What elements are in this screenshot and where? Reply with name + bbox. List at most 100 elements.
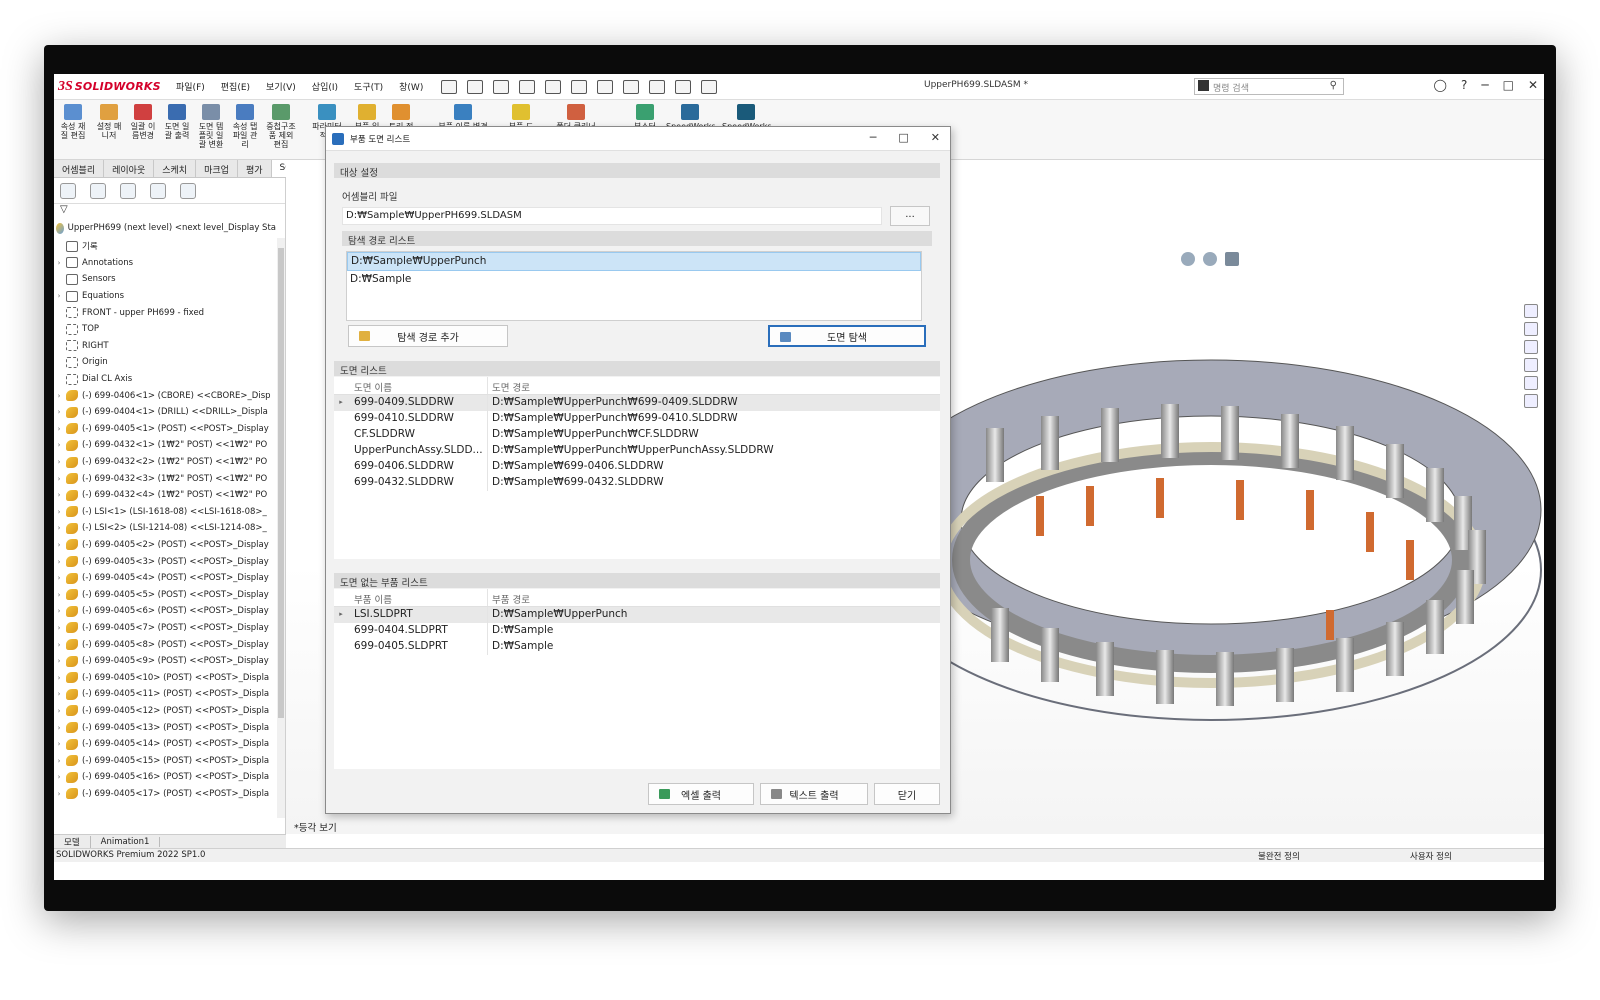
- tab-evaluate[interactable]: 평가: [238, 160, 272, 177]
- configuration-tab-icon[interactable]: [120, 182, 136, 199]
- view-palette-icon[interactable]: [1524, 358, 1538, 372]
- expand-arrow-icon[interactable]: ›: [54, 591, 64, 599]
- expand-arrow-icon[interactable]: ›: [54, 690, 64, 698]
- ribbon-button-config[interactable]: 설정 매 니저: [92, 104, 126, 140]
- tree-item[interactable]: › Annotations: [54, 255, 276, 272]
- file-explorer-icon[interactable]: [1524, 340, 1538, 354]
- tree-item[interactable]: › (-) 699-0405<12> (POST) <<POST>_Displa: [54, 703, 276, 720]
- tree-item[interactable]: › (-) LSI<2> (LSI-1214-08) <<LSI-1214-08>…: [54, 520, 276, 537]
- tree-item[interactable]: › (-) 699-0405<14> (POST) <<POST>_Displa: [54, 736, 276, 753]
- drawing-row[interactable]: ▸ 699-0409.SLDDRW D:₩Sample₩UpperPunch₩699…: [334, 395, 940, 411]
- ribbon-button-batch-print[interactable]: 도면 일 괄 출력: [160, 104, 194, 140]
- column-part-path[interactable]: 부품 경로: [488, 589, 940, 606]
- menu-edit[interactable]: 편집(E): [213, 80, 258, 93]
- drawing-list-grid[interactable]: 도면 이름 도면 경로 ▸ 699-0409.SLDDRW D:₩Sample₩Up…: [334, 377, 940, 559]
- tree-item[interactable]: › (-) 699-0404<1> (DRILL) <<DRILL>_Displa: [54, 404, 276, 421]
- expand-arrow-icon[interactable]: ›: [54, 259, 64, 267]
- redo-icon[interactable]: [597, 79, 614, 94]
- browse-button[interactable]: ...: [890, 206, 930, 226]
- tree-item[interactable]: › (-) 699-0405<16> (POST) <<POST>_Displa: [54, 769, 276, 786]
- ribbon-button-properties[interactable]: 속성 탭 파일 관 리: [228, 104, 262, 149]
- home-tab-icon[interactable]: [1524, 304, 1538, 318]
- print-icon[interactable]: [545, 79, 562, 94]
- custom-properties-icon[interactable]: [1524, 394, 1538, 408]
- expand-arrow-icon[interactable]: ›: [54, 657, 64, 665]
- traffic-light-icon[interactable]: [649, 79, 666, 94]
- tree-item[interactable]: › (-) 699-0405<17> (POST) <<POST>_Displa: [54, 786, 276, 803]
- tree-item[interactable]: › (-) 699-0405<6> (POST) <<POST>_Display: [54, 603, 276, 620]
- tree-item[interactable]: › Equations: [54, 288, 276, 305]
- search-path-item[interactable]: D:₩Sample: [347, 271, 921, 290]
- expand-arrow-icon[interactable]: ›: [54, 425, 64, 433]
- tree-scrollbar[interactable]: [277, 238, 285, 818]
- expand-arrow-icon[interactable]: ›: [54, 707, 64, 715]
- tab-assembly[interactable]: 어셈블리: [54, 160, 105, 177]
- expand-arrow-icon[interactable]: ›: [54, 558, 64, 566]
- file-properties-icon[interactable]: [675, 79, 692, 94]
- column-part-name[interactable]: 부품 이름: [348, 589, 488, 606]
- search-path-item[interactable]: D:₩Sample₩UpperPunch: [347, 252, 921, 271]
- display-style-icon[interactable]: [1181, 252, 1195, 266]
- expand-arrow-icon[interactable]: ›: [54, 790, 64, 798]
- tree-item[interactable]: Origin: [54, 354, 276, 371]
- expand-arrow-icon[interactable]: ›: [54, 541, 64, 549]
- add-search-path-button[interactable]: 탐색 경로 추가: [348, 325, 508, 347]
- expand-arrow-icon[interactable]: ›: [54, 574, 64, 582]
- ribbon-button-nested[interactable]: 중첩구조 품 제외 편집: [264, 104, 298, 149]
- expand-arrow-icon[interactable]: ›: [54, 508, 64, 516]
- tree-item[interactable]: › (-) 699-0405<2> (POST) <<POST>_Display: [54, 537, 276, 554]
- expand-arrow-icon[interactable]: ›: [54, 491, 64, 499]
- assembly-path-field[interactable]: D:₩Sample₩UpperPH699.SLDASM: [342, 207, 882, 225]
- appearance-icon[interactable]: [1203, 252, 1217, 266]
- property-manager-tab-icon[interactable]: [90, 182, 106, 199]
- tab-model[interactable]: 모델: [54, 835, 91, 848]
- part-row[interactable]: 699-0405.SLDPRT D:₩Sample: [334, 639, 940, 655]
- home-icon[interactable]: [441, 79, 458, 94]
- minimize-button[interactable]: ─: [1481, 78, 1488, 92]
- expand-arrow-icon[interactable]: ›: [54, 724, 64, 732]
- dialog-minimize-button[interactable]: ─: [870, 131, 877, 144]
- solidworks-logo[interactable]: 3S SOLIDWORKS: [58, 79, 161, 95]
- tree-item[interactable]: › (-) 699-0405<7> (POST) <<POST>_Display: [54, 620, 276, 637]
- display-manager-tab-icon[interactable]: [180, 182, 196, 199]
- feature-tree-tab-icon[interactable]: [60, 182, 76, 199]
- tree-scrollbar-thumb[interactable]: [278, 248, 284, 718]
- tree-item[interactable]: › (-) 699-0405<13> (POST) <<POST>_Displa: [54, 719, 276, 736]
- expand-arrow-icon[interactable]: ›: [54, 475, 64, 483]
- search-path-list[interactable]: D:₩Sample₩UpperPunch D:₩Sample: [346, 251, 922, 321]
- dialog-maximize-button[interactable]: □: [898, 131, 908, 144]
- tree-item[interactable]: › (-) 699-0405<15> (POST) <<POST>_Displa: [54, 752, 276, 769]
- dialog-close-button[interactable]: ✕: [931, 131, 940, 144]
- menu-view[interactable]: 보기(V): [258, 80, 304, 93]
- expand-arrow-icon[interactable]: ›: [54, 674, 64, 682]
- tab-layout[interactable]: 레이아웃: [104, 160, 155, 177]
- new-document-icon[interactable]: [467, 79, 484, 94]
- drawing-row[interactable]: UpperPunchAssy.SLDD... D:₩Sample₩UpperPun…: [334, 443, 940, 459]
- restore-button[interactable]: □: [1503, 78, 1514, 92]
- excel-export-button[interactable]: 엑셀 출력: [648, 783, 754, 805]
- menu-window[interactable]: 창(W): [391, 80, 431, 93]
- tree-item[interactable]: › (-) LSI<1> (LSI-1618-08) <<LSI-1618-08>…: [54, 504, 276, 521]
- tree-item[interactable]: › (-) 699-0405<4> (POST) <<POST>_Display: [54, 570, 276, 587]
- open-folder-icon[interactable]: [493, 79, 510, 94]
- expand-arrow-icon[interactable]: ›: [54, 292, 64, 300]
- drawing-row[interactable]: 699-0406.SLDDRW D:₩Sample₩699-0406.SLDDRW: [334, 459, 940, 475]
- tree-item[interactable]: › (-) 699-0405<1> (POST) <<POST>_Display: [54, 421, 276, 438]
- undo-icon[interactable]: [571, 79, 588, 94]
- expand-arrow-icon[interactable]: ›: [54, 740, 64, 748]
- tree-item[interactable]: › (-) 699-0432<3> (1₩2" POST) <<1₩2" PO: [54, 470, 276, 487]
- close-button[interactable]: ✕: [1528, 78, 1538, 92]
- no-drawing-part-grid[interactable]: 부품 이름 부품 경로 ▸ LSI.SLDPRT D:₩Sample₩UpperPu…: [334, 589, 940, 769]
- dimxpert-tab-icon[interactable]: [150, 182, 166, 199]
- appearances-icon[interactable]: [1524, 376, 1538, 390]
- expand-arrow-icon[interactable]: ›: [54, 392, 64, 400]
- tab-animation[interactable]: Animation1: [91, 836, 161, 847]
- ribbon-button-template[interactable]: 도면 템 플릿 일 괄 변환: [194, 104, 228, 149]
- part-row[interactable]: ▸ LSI.SLDPRT D:₩Sample₩UpperPunch: [334, 607, 940, 623]
- ribbon-button-material[interactable]: 속성 재 질 편집: [56, 104, 90, 140]
- tab-markup[interactable]: 마크업: [196, 160, 238, 177]
- expand-arrow-icon[interactable]: ›: [54, 757, 64, 765]
- select-cursor-icon[interactable]: [623, 79, 640, 94]
- options-gear-icon[interactable]: [701, 79, 718, 94]
- search-icon[interactable]: ⚲: [1330, 80, 1337, 91]
